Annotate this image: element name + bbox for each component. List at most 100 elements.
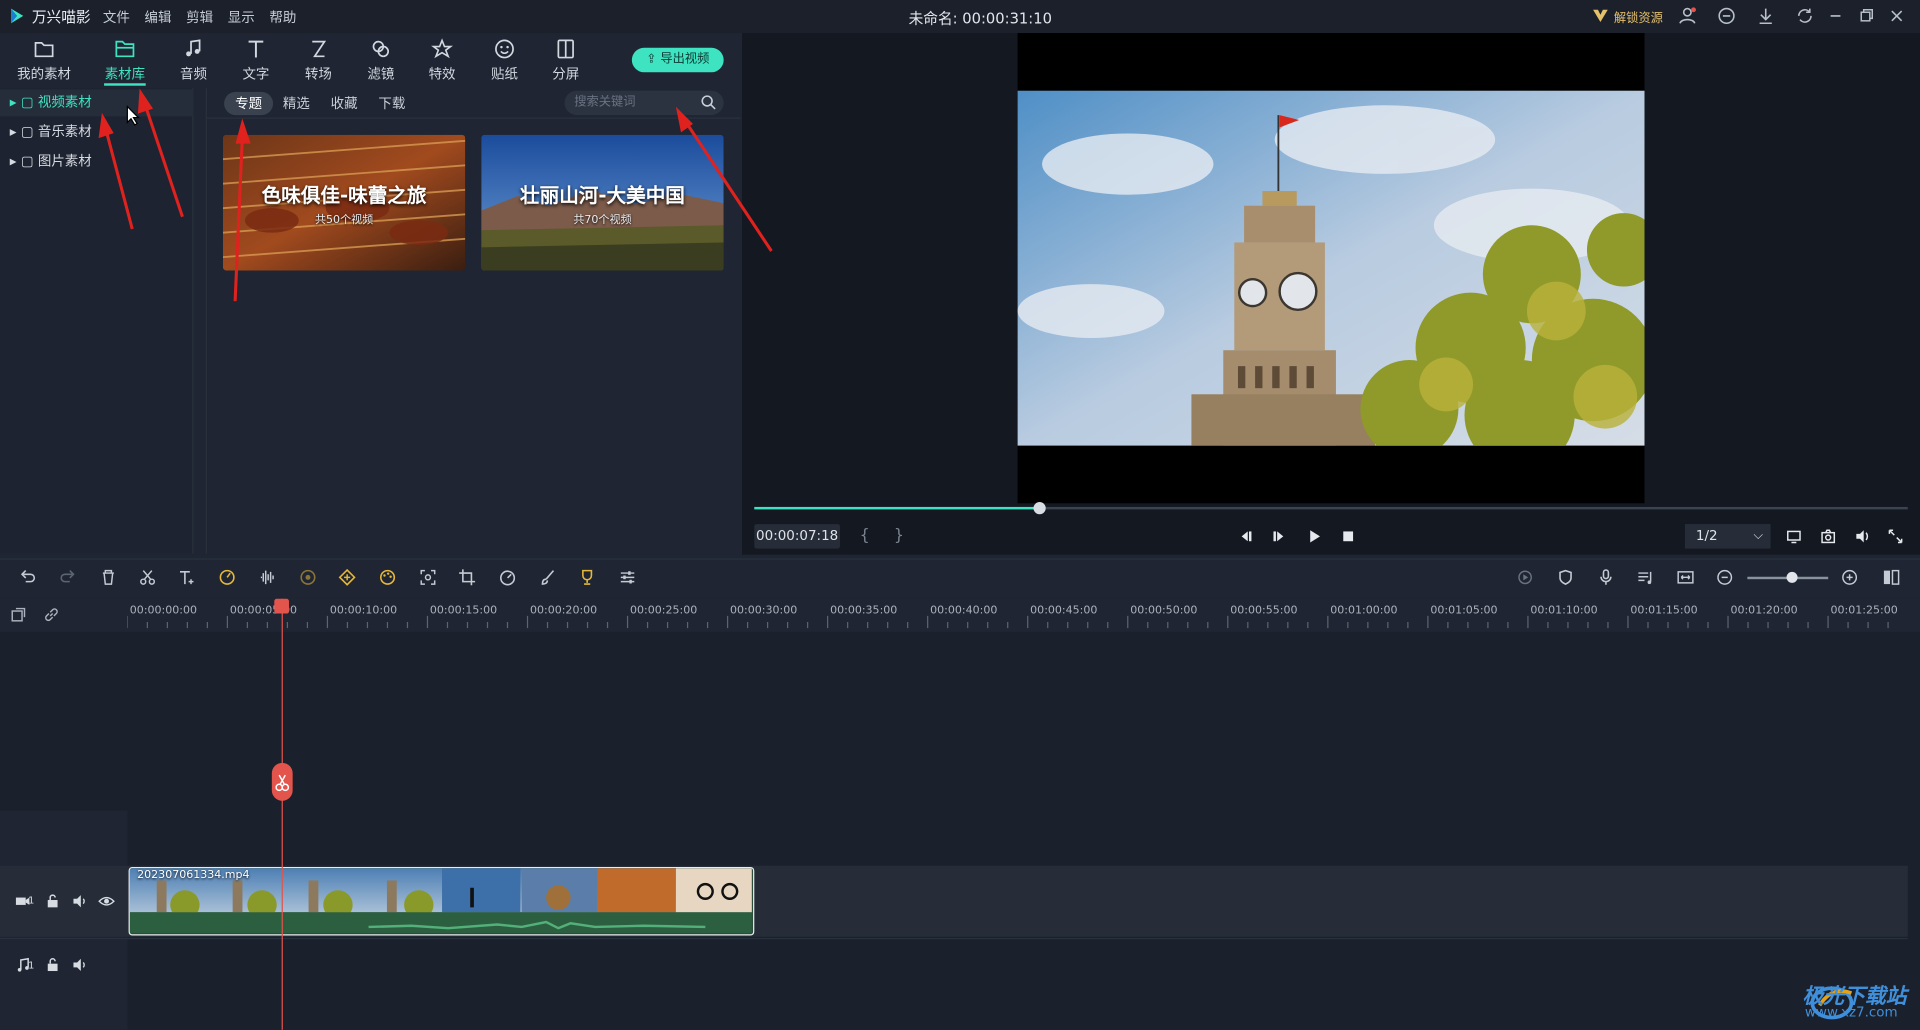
monitor-icon[interactable] (1785, 528, 1802, 545)
tab-filter[interactable]: 滤镜 (349, 37, 413, 86)
ruler-label: 00:01:20:00 (1730, 604, 1798, 618)
split-scissors-icon[interactable] (271, 762, 293, 801)
transition-icon (306, 37, 330, 61)
menu-file[interactable]: 文件 (103, 7, 130, 27)
search-icon[interactable] (700, 94, 716, 110)
minimize-icon[interactable] (1826, 6, 1846, 26)
tab-favorites[interactable]: 收藏 (320, 92, 369, 115)
ruler-label: 00:01:10:00 (1530, 604, 1598, 618)
marker-shield-icon[interactable] (1556, 568, 1574, 586)
close-icon[interactable] (1887, 6, 1907, 26)
text-icon (244, 37, 268, 61)
eye-icon[interactable] (98, 893, 115, 910)
adjust-sliders-icon[interactable] (618, 568, 636, 586)
card-count: 共70个视频 (573, 214, 632, 227)
tab-my-media[interactable]: 我的素材 (12, 37, 76, 86)
tab-effects[interactable]: 特效 (410, 37, 474, 86)
ai-icon[interactable] (299, 568, 317, 586)
ruler-label: 00:01:00:00 (1330, 604, 1398, 618)
tab-media-library[interactable]: 素材库 (93, 37, 157, 86)
redo-icon[interactable] (59, 568, 77, 586)
zoom-out-icon[interactable] (1716, 568, 1734, 586)
stop-icon[interactable] (1340, 528, 1357, 545)
account-icon[interactable] (1678, 6, 1698, 26)
effects-icon (430, 37, 454, 61)
audio-lock-icon[interactable] (44, 956, 61, 973)
volume-icon[interactable] (1854, 528, 1871, 545)
undo-icon[interactable] (18, 568, 36, 586)
microphone-icon[interactable] (1597, 568, 1615, 586)
split-icon[interactable] (138, 568, 156, 586)
audio-wave-icon[interactable] (258, 568, 276, 586)
unlock-resources-link[interactable]: 解锁资源 (1614, 7, 1663, 25)
sync-icon[interactable] (1795, 6, 1815, 26)
tab-sticker[interactable]: 贴纸 (473, 37, 537, 86)
app-name: 万兴喵影 (31, 8, 91, 26)
playhead-handle[interactable] (274, 598, 289, 614)
trophy-icon[interactable] (578, 568, 596, 586)
snapshot-icon[interactable] (1820, 528, 1837, 545)
topic-card-food[interactable]: 色味俱佳-味蕾之旅 共50个视频 (222, 134, 466, 271)
ruler-label: 00:00:00:00 (129, 604, 198, 618)
audio-mixer-icon[interactable] (1636, 568, 1654, 586)
preview-quality-select[interactable]: 1/2 ⌵ (1684, 524, 1771, 549)
mute-icon[interactable] (71, 893, 88, 910)
playhead-line[interactable] (281, 598, 283, 1030)
tab-text[interactable]: 文字 (224, 37, 288, 86)
lock-icon[interactable] (44, 893, 61, 910)
fullscreen-icon[interactable] (1887, 528, 1904, 545)
link-icon[interactable] (43, 606, 60, 623)
tree-item-video[interactable]: ▸ ▢ 视频素材 (0, 89, 194, 117)
speed-icon[interactable] (498, 568, 516, 586)
ruler-label: 00:00:10:00 (329, 604, 398, 618)
current-timecode: 00:00:07:18 (754, 524, 841, 549)
menu-edit[interactable]: 编辑 (144, 7, 171, 27)
tab-transition[interactable]: 转场 (287, 37, 351, 86)
zoom-handle[interactable] (1786, 571, 1798, 583)
keyframe-icon[interactable] (338, 568, 356, 586)
tree-item-image[interactable]: ▸ ▢ 图片素材 (0, 148, 193, 175)
ruler-label: 00:00:20:00 (529, 604, 598, 618)
next-frame-icon[interactable] (1271, 528, 1288, 545)
card-title: 壮丽山河-大美中国 (520, 183, 685, 207)
tab-split-screen[interactable]: 分屏 (534, 37, 598, 86)
export-video-button[interactable]: ⇪ 导出视频 (631, 47, 724, 73)
ruler-label: 00:00:35:00 (830, 604, 898, 618)
mark-out-button[interactable]: } (894, 527, 904, 545)
play-icon[interactable] (1305, 528, 1322, 545)
menu-view[interactable]: 显示 (228, 7, 255, 27)
progress-handle[interactable] (1033, 502, 1046, 515)
download-icon[interactable] (1756, 6, 1776, 26)
mouse-cursor-icon (126, 105, 141, 126)
card-title: 色味俱佳-味蕾之旅 (261, 183, 427, 207)
prev-frame-icon[interactable] (1237, 528, 1254, 545)
restore-icon[interactable] (1856, 6, 1876, 26)
topic-card-landscape[interactable]: 壮丽山河-大美中国 共70个视频 (481, 134, 724, 271)
zoom-in-icon[interactable] (1840, 568, 1858, 586)
focus-icon[interactable] (419, 568, 437, 586)
menu-clip[interactable]: 剪辑 (186, 7, 213, 27)
menu-help[interactable]: 帮助 (269, 7, 296, 27)
tab-featured[interactable]: 精选 (272, 92, 321, 115)
layout-toggle-icon[interactable] (1882, 568, 1900, 586)
add-text-icon[interactable] (178, 568, 196, 586)
preview-frame (1017, 33, 1645, 504)
render-icon[interactable] (1516, 568, 1534, 586)
crop-icon[interactable] (458, 568, 476, 586)
fit-timeline-icon[interactable] (1676, 568, 1694, 586)
speed-ramp-icon[interactable] (218, 568, 236, 586)
tab-topics[interactable]: 专题 (224, 91, 274, 116)
tab-audio[interactable]: 音频 (162, 37, 226, 86)
brush-icon[interactable] (539, 568, 557, 586)
tracks-area[interactable] (0, 631, 1920, 1030)
add-track-icon[interactable] (10, 606, 27, 623)
tree-item-music[interactable]: ▸ ▢ 音乐素材 (0, 119, 193, 146)
mark-in-button[interactable]: { (860, 527, 870, 545)
delete-icon[interactable] (99, 568, 117, 586)
video-track-index: 1 (28, 895, 35, 907)
message-icon[interactable] (1717, 6, 1737, 26)
tab-downloads[interactable]: 下载 (367, 92, 416, 115)
audio-mute-icon[interactable] (71, 956, 88, 973)
color-palette-icon[interactable] (378, 568, 396, 586)
filter-icon (369, 37, 393, 61)
